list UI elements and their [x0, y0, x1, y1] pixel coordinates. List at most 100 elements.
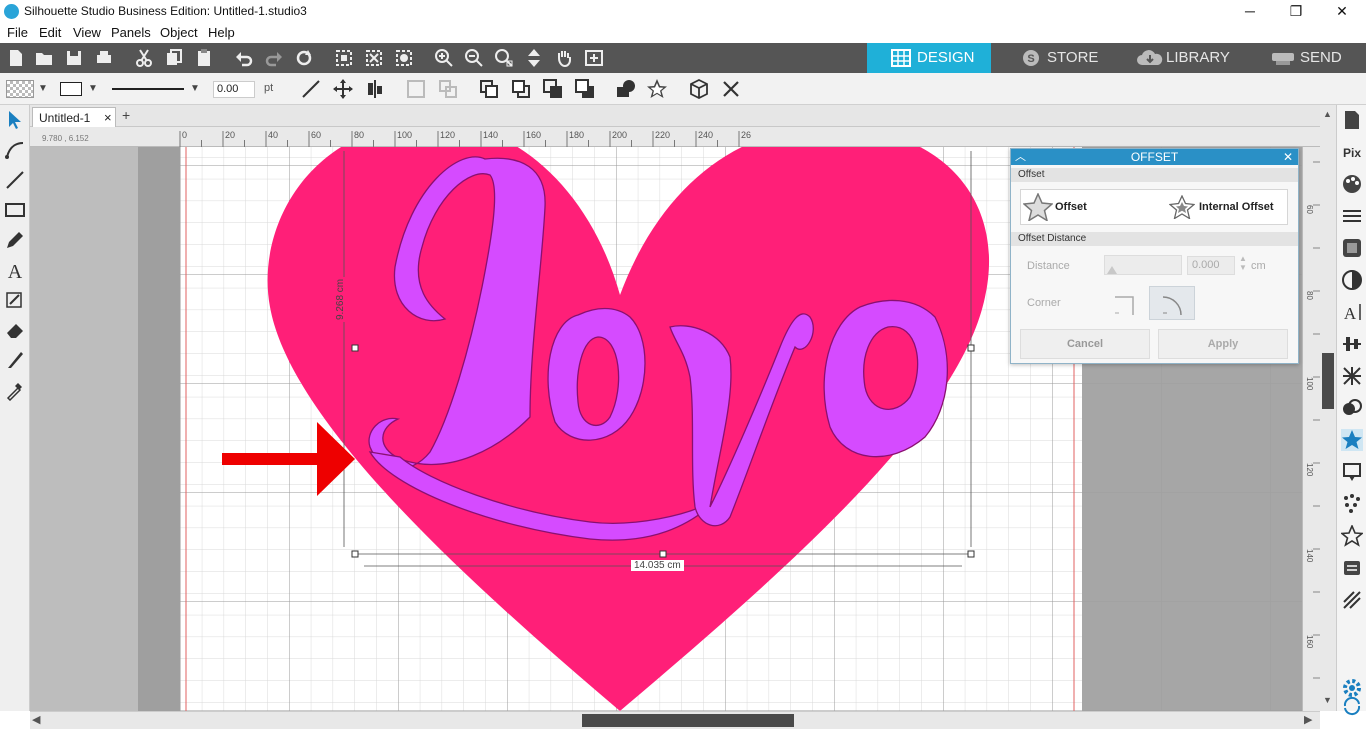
scroll-left-arrow-icon[interactable]: ◀: [32, 713, 40, 726]
bring-forward-icon[interactable]: [478, 78, 500, 100]
align-icon[interactable]: [364, 78, 386, 100]
point-edit-icon[interactable]: [4, 139, 26, 161]
send-backward-icon[interactable]: [510, 78, 532, 100]
line-style-icon[interactable]: [1341, 205, 1363, 227]
corner-round-button[interactable]: [1149, 286, 1195, 320]
deselect-icon[interactable]: [364, 48, 384, 68]
horizontal-scrollbar[interactable]: ◀ ▶: [30, 711, 1320, 729]
select-by-color-icon[interactable]: [394, 48, 414, 68]
minimize-button[interactable]: ─: [1227, 0, 1273, 23]
sketch-fill-icon[interactable]: [1341, 589, 1363, 611]
ungroup-icon[interactable]: [437, 78, 459, 100]
distance-slider[interactable]: [1104, 255, 1182, 275]
offset-star-icon[interactable]: [646, 78, 668, 100]
page-setup-icon[interactable]: [1341, 109, 1363, 131]
line-color-dropdown-arrow-icon[interactable]: ▼: [88, 83, 98, 94]
line-color-swatch[interactable]: [60, 82, 82, 96]
offset-button[interactable]: Offset: [1021, 190, 1155, 224]
line-width-input[interactable]: 0.00: [213, 81, 255, 98]
vertical-scroll-thumb[interactable]: [1322, 353, 1334, 409]
weld-icon[interactable]: [615, 78, 637, 100]
send-to-back-icon[interactable]: [574, 78, 596, 100]
zoom-in-icon[interactable]: [434, 48, 454, 68]
undo-icon[interactable]: [234, 48, 254, 68]
modify-icon[interactable]: [1341, 397, 1363, 419]
line-style-preview[interactable]: [112, 88, 184, 90]
gradient-icon[interactable]: [1341, 269, 1363, 291]
delete-x-icon[interactable]: [720, 78, 742, 100]
bring-to-front-icon[interactable]: [542, 78, 564, 100]
tab-design[interactable]: DESIGN: [867, 43, 991, 73]
knife-icon[interactable]: [4, 349, 26, 371]
tab-store[interactable]: S STORE: [1005, 43, 1115, 73]
offset-panel-star-icon[interactable]: [1341, 429, 1363, 451]
zoom-out-icon[interactable]: [464, 48, 484, 68]
sketch-icon[interactable]: [4, 289, 26, 311]
redo-icon[interactable]: [264, 48, 284, 68]
distance-stepper-icon[interactable]: ▲ ▼: [1239, 254, 1247, 272]
hand-pan-icon[interactable]: [554, 48, 574, 68]
align-panel-icon[interactable]: [1341, 333, 1363, 355]
text-style-icon[interactable]: A: [1341, 301, 1363, 323]
sync-icon[interactable]: [1341, 695, 1363, 716]
select-arrow-icon[interactable]: [4, 109, 26, 131]
scroll-down-arrow-icon[interactable]: ▼: [1323, 695, 1332, 705]
pan-up-down-icon[interactable]: [524, 48, 544, 68]
trace-icon[interactable]: [1341, 461, 1363, 483]
move-icon[interactable]: [332, 78, 354, 100]
menu-object[interactable]: Object: [160, 25, 198, 40]
offset-panel-close-icon[interactable]: ✕: [1283, 149, 1293, 165]
close-window-button[interactable]: ✕: [1319, 0, 1365, 23]
rectangle-icon[interactable]: [4, 199, 26, 221]
group-icon[interactable]: [405, 78, 427, 100]
menu-help[interactable]: Help: [208, 25, 235, 40]
replicate-icon[interactable]: [1341, 365, 1363, 387]
eyedropper-icon[interactable]: [4, 379, 26, 402]
cut-icon[interactable]: [134, 48, 154, 68]
horizontal-scroll-thumb[interactable]: [582, 714, 794, 727]
save-icon[interactable]: [64, 48, 84, 68]
eraser-icon[interactable]: [4, 319, 26, 341]
layers-icon[interactable]: [1341, 557, 1363, 579]
restore-button[interactable]: ❐: [1273, 0, 1319, 23]
doc-tab-close-icon[interactable]: ×: [104, 110, 112, 125]
distance-input[interactable]: 0.000: [1187, 256, 1235, 275]
tab-untitled-1[interactable]: Untitled-1 ×: [32, 107, 116, 127]
new-document-icon[interactable]: [6, 48, 26, 68]
select-all-icon[interactable]: [334, 48, 354, 68]
star-outline-icon[interactable]: [1339, 523, 1365, 547]
pixscan-icon[interactable]: Pix: [1341, 141, 1363, 163]
text-icon[interactable]: A: [4, 259, 26, 283]
redraw-icon[interactable]: [294, 48, 314, 68]
add-tab-button[interactable]: +: [122, 107, 130, 123]
fill-palette-icon[interactable]: [1341, 173, 1363, 195]
menu-panels[interactable]: Panels: [111, 25, 151, 40]
zoom-select-icon[interactable]: [494, 48, 514, 68]
fill-pattern-icon[interactable]: [1341, 237, 1363, 259]
rhinestone-icon[interactable]: [1341, 493, 1363, 515]
paste-icon[interactable]: [194, 48, 214, 68]
scroll-right-arrow-icon[interactable]: ▶: [1304, 713, 1312, 726]
apply-button[interactable]: Apply: [1158, 329, 1288, 359]
copy-icon[interactable]: [164, 48, 184, 68]
internal-offset-button[interactable]: Internal Offset: [1155, 190, 1287, 224]
corner-sharp-button[interactable]: [1111, 289, 1139, 317]
tab-send[interactable]: SEND: [1266, 43, 1366, 73]
line-style-dropdown-arrow-icon[interactable]: ▼: [190, 83, 200, 94]
open-folder-icon[interactable]: [34, 48, 54, 68]
menu-file[interactable]: File: [7, 25, 28, 40]
fit-to-page-icon[interactable]: [584, 48, 604, 68]
line-draw-icon[interactable]: [4, 169, 26, 191]
menu-view[interactable]: View: [73, 25, 101, 40]
fill-pattern-swatch[interactable]: [6, 80, 34, 98]
tab-library[interactable]: LIBRARY: [1130, 43, 1254, 73]
scroll-up-arrow-icon[interactable]: ▲: [1323, 109, 1332, 119]
collapse-panel-icon[interactable]: ︿: [1015, 149, 1026, 165]
menu-edit[interactable]: Edit: [39, 25, 61, 40]
pencil-icon[interactable]: [4, 229, 26, 251]
line-tool-icon[interactable]: [300, 78, 322, 100]
vertical-scrollbar[interactable]: ▲ ▼: [1320, 105, 1336, 711]
cancel-button[interactable]: Cancel: [1020, 329, 1150, 359]
3d-box-icon[interactable]: [688, 78, 710, 100]
print-icon[interactable]: [94, 48, 114, 68]
